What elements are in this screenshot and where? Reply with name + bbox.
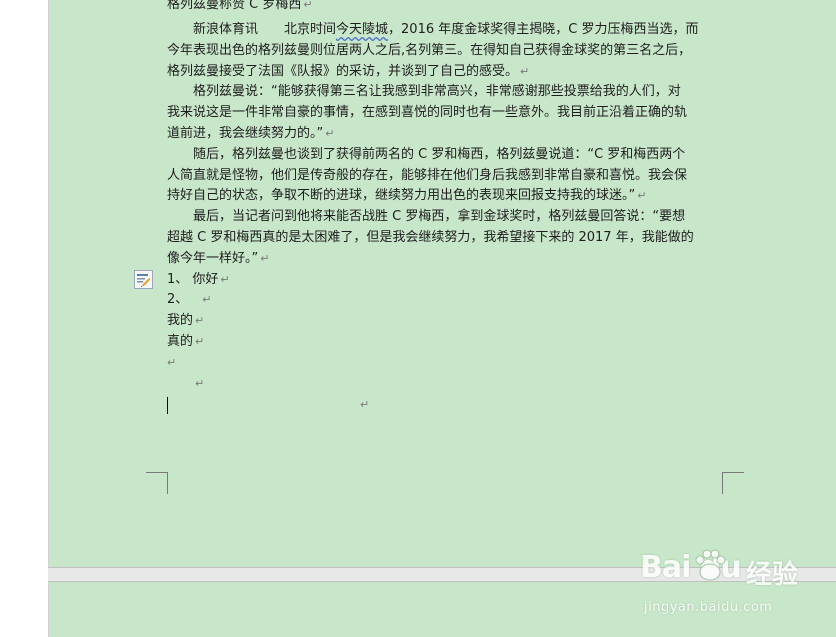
list-item: 我的 ↵ [167,311,723,332]
empty-line: ↵ [167,353,723,374]
text-run: 格列兹曼说：“能够获得第三名让我感到非常高兴，非常感谢那些投票给我的人们，对 [193,84,681,100]
paragraph-2-line-1: 格列兹曼说：“能够获得第三名让我感到非常高兴，非常感谢那些投票给我的人们，对 [167,82,723,103]
text-run: 随后，格列兹曼也谈到了获得前两名的 C 罗和梅西，格列兹曼说道：“C 罗和梅西两… [193,146,686,162]
document-body[interactable]: 新浪体育讯 北京时间今天陵城，2016 年度金球奖得主揭晓，C 罗力压梅西当选，… [167,20,723,394]
paragraph-2-line-2: 我来说这是一件非常自豪的事情，在感到喜悦的同时也有一些意外。我目前正沿着正确的轨 [167,103,723,124]
paragraph-4-line-3: 像今年一样好。” ↵ [167,249,723,270]
list-item: 1、 你好 ↵ [167,270,723,291]
paragraph-mark: ↵ [360,398,370,411]
text-run: 持好自己的状态，争取不断的进球，继续努力用出色的表现来回报支持我的球迷。” [167,188,636,204]
crop-mark-right [722,472,723,494]
paragraph-mark: ↵ [637,189,647,203]
watermark-url: jingyan.baidu.com [644,600,773,615]
paragraph-mark: ↵ [195,334,205,348]
paragraph-mark: ↵ [220,272,230,286]
heading-text: 格列兹曼称赞 C 罗梅西 [167,0,302,12]
empty-line: ↵ [167,374,723,395]
paw-icon [695,549,726,581]
paragraph-1-line-2: 今年表现出色的格列兹曼则位居两人之后,名列第三。在得知自己获得金球奖的第三名之后… [167,41,723,62]
spellcheck-flagged-word[interactable]: 今天陵城 [336,22,388,37]
text-cursor [167,397,168,414]
list-item: 2、 ↵ [167,290,723,311]
paragraph-mark: ↵ [195,314,205,328]
list-item-text: 1、 你好 [167,271,219,287]
paragraph-1-line-3: 格列兹曼接受了法国《队报》的采访，并谈到了自己的感受。 ↵ [167,62,723,83]
paragraph-mark: ↵ [202,293,212,307]
text-run: 人简直就是怪物，他们是传奇般的存在，能够排在他们身后我感到非常自豪和喜悦。我会保 [167,167,688,183]
text-run: 像今年一样好。” [167,250,259,266]
baidu-jingyan-watermark: Bai du 经验 jingyan.baidu.com [640,544,830,632]
text-run: 今年表现出色的格列兹曼则位居两人之后,名列第三。在得知自己获得金球奖的第三名之后… [167,42,692,58]
watermark-cn: 经验 [746,560,799,590]
list-item-text: 2、 [167,292,189,308]
paragraph-mark: ↵ [195,376,205,390]
text-run: 道前进，我会继续努力的。” [167,125,324,141]
crop-mark-left [146,472,167,473]
text-run: 超越 C 罗和梅西真的是太困难了，但是我会继续努力，我希望接下来的 2017 年… [167,229,694,245]
partial-heading-line: 格列兹曼称赞 C 罗梅西 ↵ [167,0,313,15]
text-run: 新浪体育讯 北京时间今天陵城，2016 年度金球奖得主揭晓，C 罗力压梅西当选，… [193,22,699,37]
paragraph-mark: ↵ [520,64,530,78]
left-margin-gutter [0,0,48,636]
list-item-text: 真的 [167,333,194,349]
text-run: 我来说这是一件非常自豪的事情，在感到喜悦的同时也有一些意外。我目前正沿着正确的轨 [167,105,688,121]
paragraph-mark: ↵ [260,251,270,265]
text-run: 最后，当记者问到他将来能否战胜 C 罗梅西，拿到金球奖时，格列兹曼回答说：“要想 [193,209,686,225]
paragraph-mark: ↵ [167,355,177,369]
paragraph-3-line-1: 随后，格列兹曼也谈到了获得前两名的 C 罗和梅西，格列兹曼说道：“C 罗和梅西两… [167,145,723,166]
paragraph-mark: ↵ [325,126,335,140]
smart-tag-icon[interactable] [134,270,153,289]
crop-mark-right [722,472,744,473]
crop-mark-left [167,472,168,494]
paragraph-3-line-3: 持好自己的状态，争取不断的进球，继续努力用出色的表现来回报支持我的球迷。” ↵ [167,186,723,207]
paragraph-1-line-1: 新浪体育讯 北京时间今天陵城，2016 年度金球奖得主揭晓，C 罗力压梅西当选，… [167,20,723,41]
text-run: 格列兹曼接受了法国《队报》的采访，并谈到了自己的感受。 [167,63,519,79]
list-item-text: 我的 [167,313,194,329]
list-item: 真的 ↵ [167,332,723,353]
paragraph-4-line-2: 超越 C 罗和梅西真的是太困难了，但是我会继续努力，我希望接下来的 2017 年… [167,228,723,249]
paragraph-mark: ↵ [303,0,313,11]
paragraph-4-line-1: 最后，当记者问到他将来能否战胜 C 罗梅西，拿到金球奖时，格列兹曼回答说：“要想 [167,207,723,228]
paragraph-2-line-3: 道前进，我会继续努力的。” ↵ [167,124,723,145]
paragraph-3-line-2: 人简直就是怪物，他们是传奇般的存在，能够排在他们身后我感到非常自豪和喜悦。我会保 [167,166,723,187]
